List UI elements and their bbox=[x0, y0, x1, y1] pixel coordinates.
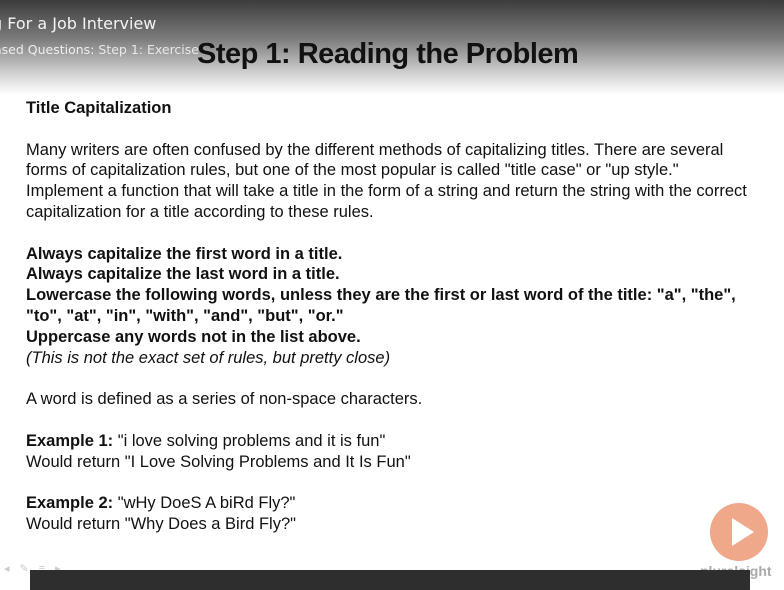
module-prefix: ased Questions: bbox=[0, 42, 95, 57]
rules-note: (This is not the exact set of rules, but… bbox=[26, 348, 391, 367]
example-output: Would return "I Love Solving Problems an… bbox=[26, 452, 411, 471]
example-2: Example 2: "wHy DoeS A biRd Fly?" Would r… bbox=[26, 493, 756, 535]
header-bar: g For a Job Interview ased Questions: St… bbox=[0, 0, 784, 95]
example-input: "wHy DoeS A biRd Fly?" bbox=[113, 494, 296, 513]
slide-content: Title Capitalization Many writers are of… bbox=[26, 98, 756, 556]
example-label: Example 2: bbox=[26, 494, 114, 513]
rule: Always capitalize the last word in a tit… bbox=[26, 265, 340, 284]
play-icon[interactable] bbox=[710, 503, 768, 561]
example-output: Would return "Why Does a Bird Fly?" bbox=[26, 514, 297, 533]
slide-title: Step 1: Reading the Problem bbox=[197, 38, 579, 70]
caption-bar bbox=[30, 570, 750, 590]
arrow-left-icon[interactable]: ◂ bbox=[4, 563, 20, 575]
module-title: ased Questions: Step 1: Exercise bbox=[0, 42, 199, 57]
intro-paragraph: Many writers are often confused by the d… bbox=[26, 140, 747, 221]
rule: Uppercase any words not in the list abov… bbox=[26, 327, 361, 346]
rule: Always capitalize the first word in a ti… bbox=[26, 244, 343, 263]
rule: Lowercase the following words, unless th… bbox=[26, 286, 736, 325]
clip-title: Step 1: Exercise bbox=[98, 42, 199, 57]
course-title: g For a Job Interview bbox=[0, 14, 157, 33]
example-1: Example 1: "i love solving problems and … bbox=[26, 431, 756, 473]
slide-heading: Title Capitalization bbox=[26, 99, 172, 117]
rules-list: Always capitalize the first word in a ti… bbox=[26, 244, 756, 348]
word-definition: A word is defined as a series of non-spa… bbox=[26, 390, 423, 409]
example-label: Example 1: bbox=[26, 431, 114, 450]
example-input: "i love solving problems and it is fun" bbox=[113, 431, 386, 450]
